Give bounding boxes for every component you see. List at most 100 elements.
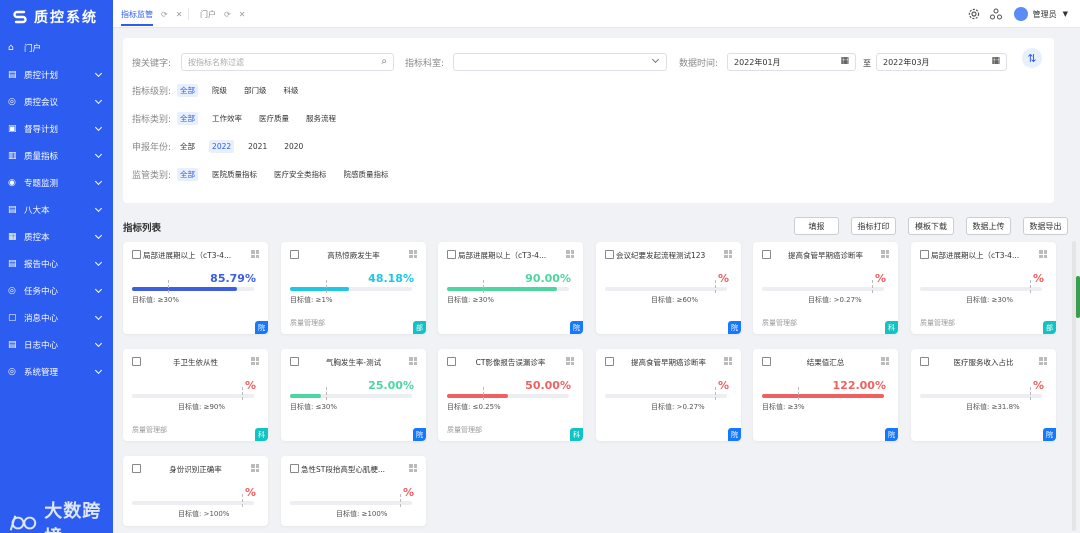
sidebar-item-2[interactable]: ◎ 质控会议 [0, 88, 113, 115]
grid-icon[interactable] [881, 250, 889, 258]
card-checkbox[interactable] [447, 357, 456, 366]
caret-down-icon[interactable]: ▼ [1063, 10, 1068, 18]
sidebar-item-0[interactable]: ⌂ 门户 [0, 34, 113, 61]
data-export-button[interactable]: 数据导出 [1023, 217, 1068, 235]
filter-option-supervise[interactable]: 医院质量指标 [209, 168, 260, 181]
chevron-down-icon[interactable] [94, 258, 103, 267]
filter-option-level[interactable]: 科级 [281, 84, 302, 97]
chevron-down-icon[interactable] [94, 339, 103, 348]
sort-toggle-icon[interactable]: ⇅ [1022, 48, 1042, 68]
indicator-card[interactable]: 局部进展期以上（cT3-4...% 目标值: ≥30% 质量管理部 部 [911, 242, 1056, 334]
data-upload-button[interactable]: 数据上传 [966, 217, 1011, 235]
search-input[interactable]: 按指标名称过滤 ⌕ [181, 53, 394, 71]
grid-icon[interactable] [251, 464, 259, 472]
grid-icon[interactable] [409, 464, 417, 472]
indicator-card[interactable]: 医疗服务收入占比% 目标值: ≥31.8% 院 [911, 349, 1056, 441]
indicator-card[interactable]: 提高食管早期癌诊断率% 目标值: >0.27% 院 [596, 349, 741, 441]
chevron-down-icon[interactable] [94, 366, 103, 375]
close-icon[interactable]: ✕ [239, 10, 246, 19]
tab-indicator-monitor[interactable]: 指标监管 ⟳ ✕ [121, 0, 182, 28]
chevron-down-icon[interactable] [94, 285, 103, 294]
filter-option-level[interactable]: 全部 [177, 84, 199, 97]
chevron-down-icon[interactable] [94, 312, 103, 321]
close-icon[interactable]: ✕ [176, 10, 183, 19]
calendar-icon[interactable]: ▦ [840, 56, 849, 66]
user-name[interactable]: 管理员 [1033, 9, 1057, 20]
template-download-button[interactable]: 模板下载 [908, 217, 954, 235]
grid-icon[interactable] [881, 357, 889, 365]
card-checkbox[interactable] [290, 357, 299, 366]
sidebar-item-4[interactable]: ▥ 质量指标 [0, 142, 113, 169]
print-indicator-button[interactable]: 指标打印 [851, 217, 896, 235]
filter-option-category[interactable]: 工作效率 [209, 112, 245, 125]
indicator-card[interactable]: 局部进展期以上（cT3-4... 85.79% 目标值: ≥30% 院 [123, 242, 268, 334]
card-checkbox[interactable] [132, 464, 141, 473]
sidebar-item-12[interactable]: ◎ 系统管理 [0, 358, 113, 385]
indicator-card[interactable]: 高热惊厥发生率 48.18% 目标值: ≥1% 质量管理部 部 [281, 242, 426, 334]
chevron-down-icon[interactable] [94, 69, 103, 78]
filter-option-supervise[interactable]: 全部 [177, 168, 199, 181]
chevron-down-icon[interactable] [94, 96, 103, 105]
filter-option-level[interactable]: 部门级 [241, 84, 270, 97]
indicator-card[interactable]: 提高食管早期癌诊断率% 目标值: >0.27% 质量管理部 科 [753, 242, 898, 334]
date-from-input[interactable]: 2022年01月 ▦ [727, 53, 856, 71]
filter-option-level[interactable]: 院级 [209, 84, 230, 97]
card-checkbox[interactable] [290, 250, 299, 259]
sidebar-item-1[interactable]: ▤ 质控计划 [0, 61, 113, 88]
dept-select[interactable] [453, 53, 667, 71]
card-checkbox[interactable] [762, 357, 771, 366]
grid-icon[interactable] [409, 357, 417, 365]
sidebar-item-9[interactable]: ◎ 任务中心 [0, 277, 113, 304]
grid-icon[interactable] [1039, 357, 1047, 365]
date-to-input[interactable]: 2022年03月 ▦ [876, 53, 1007, 71]
card-checkbox[interactable] [762, 250, 771, 259]
refresh-icon[interactable]: ⟳ [161, 10, 168, 19]
indicator-card[interactable]: CT影像报告误漏诊率 50.00% 目标值: ≤0.25% 质量管理部 科 [438, 349, 583, 441]
card-checkbox[interactable] [605, 357, 614, 366]
grid-icon[interactable] [566, 250, 574, 258]
indicator-card[interactable]: 急性ST段抬高型心肌梗...% 目标值: ≥100% [281, 456, 426, 526]
card-checkbox[interactable] [132, 250, 141, 259]
card-checkbox[interactable] [920, 250, 929, 259]
filter-option-category[interactable]: 全部 [177, 112, 199, 125]
chevron-down-icon[interactable] [94, 150, 103, 159]
refresh-icon[interactable]: ⟳ [224, 10, 231, 19]
indicator-card[interactable]: 身份识别正确率% 目标值: >100% [123, 456, 268, 526]
indicator-card[interactable]: 会议纪要发起流程测试123% 目标值: ≥60% 院 [596, 242, 741, 334]
filter-option-supervise[interactable]: 院感质量指标 [341, 168, 392, 181]
grid-icon[interactable] [566, 357, 574, 365]
card-checkbox[interactable] [447, 250, 456, 259]
grid-icon[interactable] [724, 250, 732, 258]
settings-icon[interactable] [968, 8, 980, 20]
grid-icon[interactable] [1039, 250, 1047, 258]
sidebar-item-8[interactable]: ▤ 报告中心 [0, 250, 113, 277]
avatar[interactable] [1013, 7, 1028, 21]
sidebar-item-7[interactable]: ▦ 质控本 [0, 223, 113, 250]
sidebar-item-5[interactable]: ◉ 专题监测 [0, 169, 113, 196]
grid-icon[interactable] [409, 250, 417, 258]
sidebar-item-11[interactable]: ▤ 日志中心 [0, 331, 113, 358]
sidebar-item-6[interactable]: ▤ 八大本 [0, 196, 113, 223]
filter-option-category[interactable]: 医疗质量 [256, 112, 292, 125]
org-structure-icon[interactable] [989, 8, 1002, 20]
indicator-card[interactable]: 气胸发生率-测试 25.00% 目标值: ≤30% 院 [281, 349, 426, 441]
search-icon[interactable]: ⌕ [381, 56, 387, 67]
chevron-down-icon[interactable] [94, 123, 103, 132]
chevron-down-icon[interactable] [94, 177, 103, 186]
tab-portal[interactable]: 门户 ⟳ ✕ [200, 0, 245, 28]
calendar-icon[interactable]: ▦ [991, 56, 1000, 66]
indicator-card[interactable]: 结果值汇总 122.00% 目标值: ≥3% 院 [753, 349, 898, 441]
filter-option-year[interactable]: 全部 [177, 140, 198, 153]
filter-option-year[interactable]: 2020 [281, 140, 306, 153]
chevron-down-icon[interactable] [94, 204, 103, 213]
indicator-card[interactable]: 局部进展期以上（cT3-4... 90.00% 目标值: ≥30% 院 [438, 242, 583, 334]
card-checkbox[interactable] [290, 464, 299, 473]
grid-icon[interactable] [251, 357, 259, 365]
sidebar-item-10[interactable]: ▢ 消息中心 [0, 304, 113, 331]
card-checkbox[interactable] [132, 357, 141, 366]
sidebar-item-3[interactable]: ▣ 督导计划 [0, 115, 113, 142]
scrollbar-thumb[interactable] [1076, 276, 1080, 318]
indicator-card[interactable]: 手卫生依从性% 目标值: ≥90% 质量管理部 科 [123, 349, 268, 441]
card-checkbox[interactable] [920, 357, 929, 366]
grid-icon[interactable] [251, 250, 259, 258]
